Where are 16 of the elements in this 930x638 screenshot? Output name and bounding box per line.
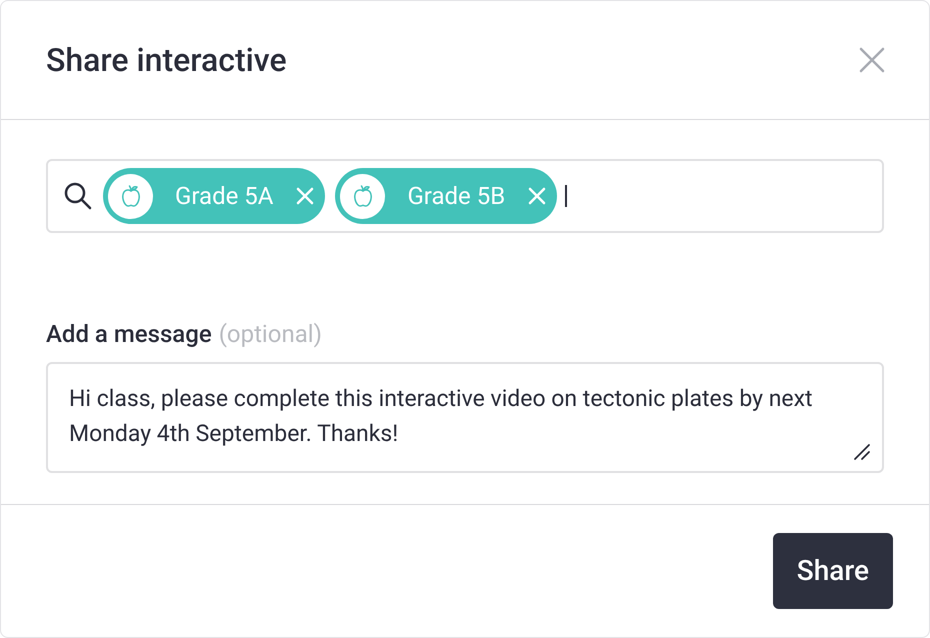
tag-label: Grade 5A <box>174 181 274 212</box>
text-cursor <box>565 185 568 207</box>
resize-grip-icon[interactable] <box>853 443 871 461</box>
message-field[interactable]: Hi class, please complete this interactive video on tectonic plates by next Monday 4th September. Thanks! <box>46 362 884 473</box>
message-text: Hi class, please complete this interactive video on tectonic plates by next Monday 4th September. Thanks! <box>69 384 814 449</box>
close-icon[interactable] <box>859 47 885 73</box>
dialog-title: Share interactive <box>46 40 287 81</box>
remove-tag-icon[interactable] <box>295 186 316 206</box>
search-icon <box>63 181 93 211</box>
apple-icon <box>352 184 374 208</box>
optional-hint: (optional) <box>218 319 322 350</box>
tag-label: Grade 5B <box>406 181 506 212</box>
remove-tag-icon[interactable] <box>527 186 548 206</box>
apple-icon <box>120 184 142 208</box>
message-label: Add a message <box>46 319 212 350</box>
share-button[interactable]: Share <box>772 533 893 609</box>
